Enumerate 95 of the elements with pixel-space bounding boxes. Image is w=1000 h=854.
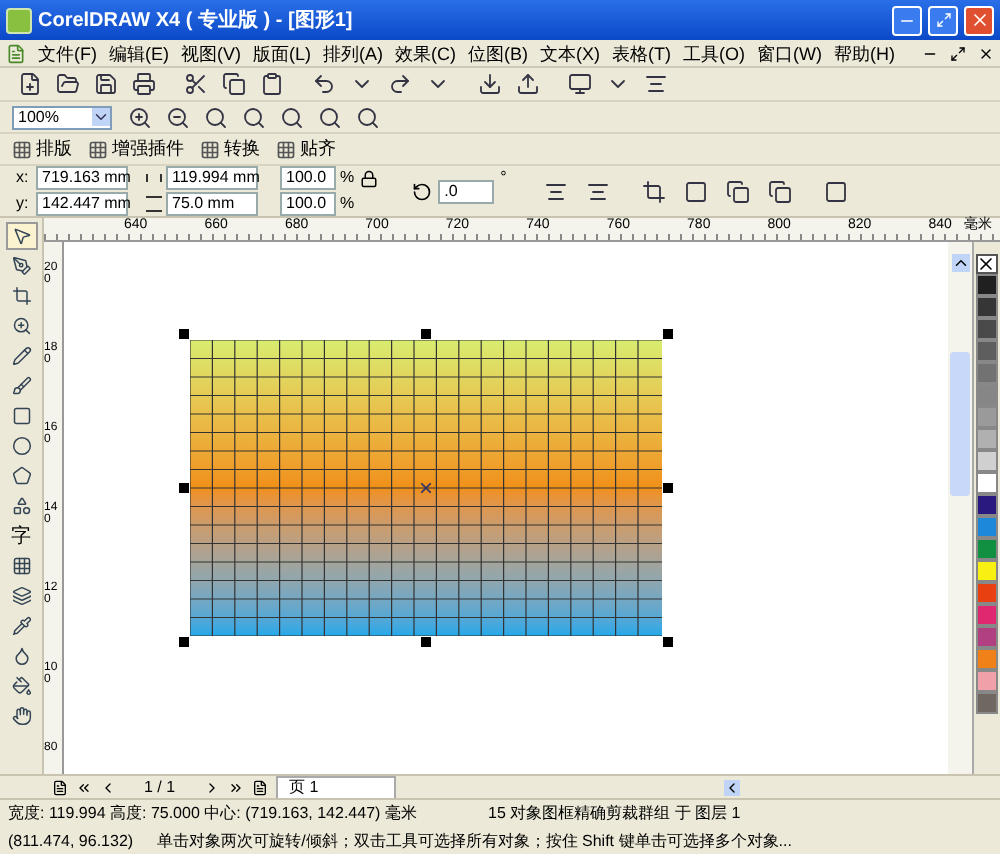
page-icon[interactable]: [52, 779, 68, 795]
color-swatch[interactable]: [976, 670, 998, 692]
status-hint-text: 单击对象两次可旋转/倾斜；双击工具可选择所有对象；按住 Shift 键单击可选择多个对象...: [157, 829, 792, 853]
grid-icon: [200, 139, 220, 159]
color-swatch[interactable]: [976, 450, 998, 472]
menu-item[interactable]: 表格(T): [612, 41, 671, 65]
minimize-button[interactable]: [892, 5, 922, 35]
plugin-button[interactable]: 贴齐: [276, 135, 336, 163]
color-swatch[interactable]: [976, 274, 998, 296]
degree-sign: °: [500, 166, 507, 190]
pointer-icon[interactable]: [5, 222, 37, 250]
grid-icon: [88, 139, 108, 159]
no-color-swatch[interactable]: [976, 254, 998, 274]
scale-y-field[interactable]: 100.0: [280, 192, 336, 216]
percent-sign: %: [340, 166, 355, 190]
previous-page-icon[interactable]: [100, 779, 116, 795]
menu-item[interactable]: 位图(B): [468, 41, 528, 65]
plugin-button[interactable]: 排版: [12, 135, 72, 163]
height-icon: [146, 196, 162, 212]
y-field[interactable]: 142.447 mm: [36, 192, 128, 216]
color-swatch[interactable]: [976, 692, 998, 714]
page-icon[interactable]: [251, 779, 268, 795]
page-tab[interactable]: 页 1: [275, 775, 396, 799]
color-swatch[interactable]: [976, 494, 998, 516]
close-button[interactable]: [964, 5, 994, 35]
color-swatch[interactable]: [976, 516, 998, 538]
selection-handle[interactable]: [421, 637, 431, 647]
scroll-thumb[interactable]: [950, 352, 970, 496]
dropdown-arrow-icon: [92, 108, 110, 126]
app-icon: [6, 7, 32, 33]
lock-icon[interactable]: [360, 170, 379, 188]
first-page-icon[interactable]: [76, 779, 92, 795]
color-swatch[interactable]: [976, 340, 998, 362]
percent-sign: %: [340, 192, 355, 216]
color-swatch[interactable]: [976, 296, 998, 318]
status-object-text: 15 对象图框精确剪裁群组 于 图层 1: [488, 801, 741, 825]
page-counter: 1 / 1: [144, 775, 176, 799]
width-field[interactable]: 119.994 mm: [166, 166, 258, 190]
color-swatch[interactable]: [976, 582, 998, 604]
color-swatch[interactable]: [976, 406, 998, 428]
selection-handle[interactable]: [663, 637, 673, 647]
selection-handle[interactable]: [179, 483, 189, 493]
color-swatch[interactable]: [976, 428, 998, 450]
grid-icon: [276, 139, 296, 159]
y-label: y:: [16, 192, 31, 216]
restore-icon[interactable]: [950, 45, 966, 61]
color-swatch[interactable]: [976, 648, 998, 670]
menu-item[interactable]: 效果(C): [395, 41, 456, 65]
color-swatch[interactable]: [976, 472, 998, 494]
selection-handle[interactable]: [421, 329, 431, 339]
status-cursor-text: (811.474, 96.132): [8, 829, 134, 853]
menu-item[interactable]: 视图(V): [181, 41, 241, 65]
color-swatch[interactable]: [976, 538, 998, 560]
close-icon[interactable]: [978, 45, 994, 61]
menu-item[interactable]: 编辑(E): [109, 41, 169, 65]
x-label: x:: [16, 166, 31, 190]
menu-item[interactable]: 排列(A): [323, 41, 383, 65]
scale-x-field[interactable]: 100.0: [280, 166, 336, 190]
selection-handle[interactable]: [179, 329, 189, 339]
last-page-icon[interactable]: [227, 779, 244, 795]
color-swatch[interactable]: [976, 362, 998, 384]
color-swatch[interactable]: [976, 626, 998, 648]
x-field[interactable]: 719.163 mm: [36, 166, 128, 190]
scroll-up-icon[interactable]: [951, 254, 969, 272]
close-icon: [969, 10, 989, 30]
menu-item[interactable]: 窗口(W): [757, 41, 822, 65]
color-swatch[interactable]: [976, 560, 998, 582]
scroll-left-icon[interactable]: [724, 779, 740, 795]
cross-icon: [978, 256, 996, 272]
window-title: CorelDRAW X4 ( 专业版 ) - [图形1]: [38, 7, 355, 35]
color-swatch[interactable]: [976, 604, 998, 626]
menu-item[interactable]: 版面(L): [253, 41, 311, 65]
document-icon: [6, 43, 26, 63]
selection-handle[interactable]: [663, 329, 673, 339]
zoom-dropdown[interactable]: 100%: [12, 105, 112, 129]
height-field[interactable]: 75.0 mm: [166, 192, 258, 216]
menu-item[interactable]: 文件(F): [38, 41, 97, 65]
color-swatch[interactable]: [976, 384, 998, 406]
color-swatch[interactable]: [976, 318, 998, 340]
plugin-button[interactable]: 增强插件: [88, 135, 184, 163]
selection-handle[interactable]: [663, 483, 673, 493]
plugin-button[interactable]: 转换: [200, 135, 260, 163]
selection-handle[interactable]: [179, 637, 189, 647]
rotate-icon: [412, 181, 433, 201]
rotation-field[interactable]: .0: [438, 179, 495, 203]
text-tool[interactable]: 字: [5, 522, 37, 550]
status-size-text: 宽度: 119.994 高度: 75.000 中心: (719.163, 142.447) 毫米: [8, 801, 419, 825]
vertical-scrollbar[interactable]: [948, 242, 972, 774]
maximize-icon: [935, 12, 951, 28]
center-mark-icon: [421, 483, 431, 493]
menu-item[interactable]: 工具(O): [683, 41, 745, 65]
grid-icon: [12, 139, 32, 159]
menu-item[interactable]: 文本(X): [540, 41, 600, 65]
menu-item[interactable]: 帮助(H): [834, 41, 895, 65]
maximize-button[interactable]: [928, 5, 958, 35]
